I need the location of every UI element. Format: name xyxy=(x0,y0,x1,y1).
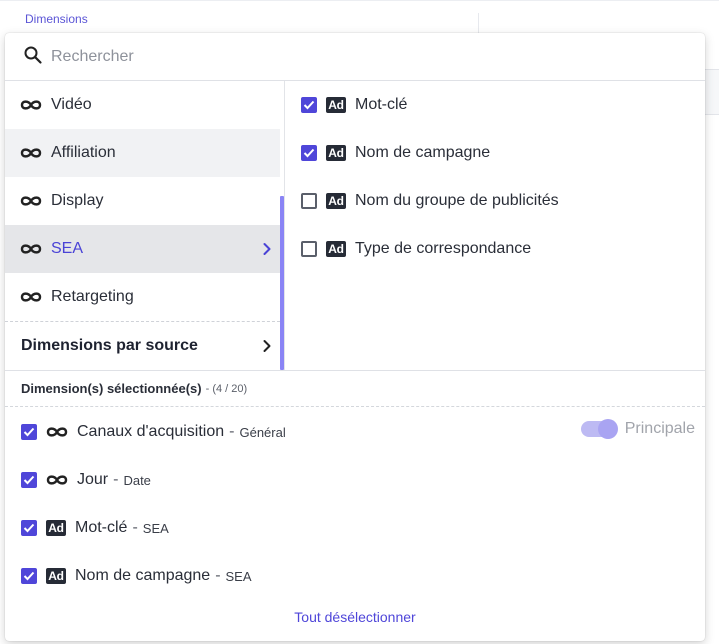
source-item-label: Retargeting xyxy=(51,288,134,305)
selected-item-mot-cle: Ad Mot-clé - SEA xyxy=(5,504,705,552)
separator: - xyxy=(113,471,119,488)
checkbox-checked[interactable] xyxy=(301,145,317,161)
selected-item-nom-de-campagne: Ad Nom de campagne - SEA xyxy=(5,552,705,600)
selected-dimensions-header: Dimension(s) sélectionnée(s) - (4 / 20) xyxy=(5,370,705,407)
search-icon xyxy=(24,46,42,64)
principal-toggle-group: Principale xyxy=(580,419,695,439)
selected-item-category: Général xyxy=(239,424,286,440)
infinity-icon xyxy=(20,100,42,110)
infinity-icon xyxy=(20,292,42,302)
selected-item-label: Canaux d'acquisition xyxy=(77,423,225,440)
dimensions-tab-label[interactable]: Dimensions xyxy=(25,12,88,26)
header-divider xyxy=(478,13,479,35)
separator: - xyxy=(215,567,221,584)
google-ads-icon: Ad xyxy=(46,568,66,584)
checkbox-checked[interactable] xyxy=(21,424,37,440)
source-item-affiliation[interactable]: Affiliation xyxy=(5,129,280,177)
source-item-sea[interactable]: SEA xyxy=(5,225,280,273)
checkbox-unchecked[interactable] xyxy=(301,193,317,209)
toggle-knob xyxy=(597,419,618,439)
checkbox-unchecked[interactable] xyxy=(301,241,317,257)
dimension-item-label: Type de correspondance xyxy=(355,240,532,257)
checkbox-checked[interactable] xyxy=(21,472,37,488)
infinity-icon xyxy=(46,427,68,437)
google-ads-icon: Ad xyxy=(326,145,346,161)
infinity-icon xyxy=(20,244,42,254)
selected-item-label: Nom de campagne xyxy=(75,567,211,584)
selected-dimensions-title: Dimension(s) sélectionnée(s) xyxy=(21,381,202,396)
selected-item-category: SEA xyxy=(142,520,169,536)
principal-toggle[interactable] xyxy=(580,419,618,439)
selected-item-category: Date xyxy=(123,472,151,488)
source-item-label: Affiliation xyxy=(51,144,116,161)
infinity-icon xyxy=(20,148,42,158)
source-list: Vidéo Affiliation Display SEA Retargetin… xyxy=(5,81,280,370)
selected-item-label: Jour xyxy=(77,471,109,488)
search-bar xyxy=(5,33,705,81)
selected-item-canaux: Canaux d'acquisition - Général Principal… xyxy=(5,408,705,456)
source-item-label: Display xyxy=(51,192,104,209)
dimensions-by-source-item[interactable]: Dimensions par source xyxy=(5,322,280,370)
source-item-label: Vidéo xyxy=(51,96,92,113)
separator: - xyxy=(229,423,235,440)
dimension-list: Ad Mot-clé Ad Nom de campagne Ad Nom du … xyxy=(285,81,705,370)
chevron-right-icon xyxy=(263,340,271,352)
background-panel-edge xyxy=(704,69,719,115)
source-item-video[interactable]: Vidéo xyxy=(5,81,280,129)
selected-item-jour: Jour - Date xyxy=(5,456,705,504)
dimension-picker-dropdown: Vidéo Affiliation Display SEA Retargetin… xyxy=(5,33,705,641)
checkbox-checked[interactable] xyxy=(21,568,37,584)
infinity-icon xyxy=(46,475,68,485)
checkbox-checked[interactable] xyxy=(21,520,37,536)
dimension-item-label: Nom de campagne xyxy=(355,144,491,161)
page-header: Dimensions xyxy=(0,0,719,35)
infinity-icon xyxy=(20,196,42,206)
dimension-item-nom-de-campagne[interactable]: Ad Nom de campagne xyxy=(285,129,705,177)
google-ads-icon: Ad xyxy=(326,97,346,113)
deselect-all-button[interactable]: Tout désélectionner xyxy=(5,609,705,631)
source-item-label: SEA xyxy=(51,240,84,257)
dimension-item-nom-du-groupe[interactable]: Ad Nom du groupe de publicités xyxy=(285,177,705,225)
selected-item-label: Mot-clé xyxy=(75,519,128,536)
source-item-retargeting[interactable]: Retargeting xyxy=(5,273,280,321)
google-ads-icon: Ad xyxy=(326,241,346,257)
dimensions-by-source-label: Dimensions par source xyxy=(21,337,198,354)
selected-dimensions-count: - (4 / 20) xyxy=(205,382,248,395)
source-item-display[interactable]: Display xyxy=(5,177,280,225)
principal-label: Principale xyxy=(624,420,695,437)
search-input[interactable] xyxy=(51,43,671,71)
checkbox-checked[interactable] xyxy=(301,97,317,113)
dimension-item-label: Mot-clé xyxy=(355,96,408,113)
google-ads-icon: Ad xyxy=(46,520,66,536)
dimension-item-mot-cle[interactable]: Ad Mot-clé xyxy=(285,81,705,129)
dimension-item-label: Nom du groupe de publicités xyxy=(355,192,559,209)
dimension-item-type-de-correspondance[interactable]: Ad Type de correspondance xyxy=(285,225,705,273)
selected-item-category: SEA xyxy=(225,568,252,584)
separator: - xyxy=(132,519,138,536)
google-ads-icon: Ad xyxy=(326,193,346,209)
chevron-right-icon xyxy=(263,243,271,255)
